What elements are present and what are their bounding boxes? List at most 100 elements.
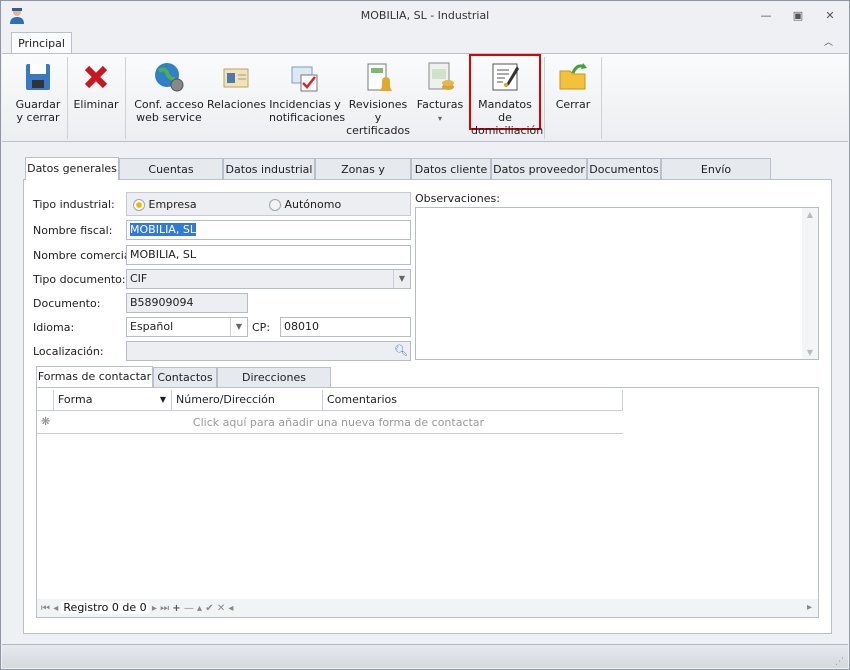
label: certificados <box>346 124 410 137</box>
radio-autonomo[interactable]: Autónomo <box>269 198 341 211</box>
new-row-hint: Click aquí para añadir una nueva forma d… <box>192 416 485 429</box>
cerrar-button[interactable]: Cerrar <box>547 57 599 129</box>
confirm-edit-button[interactable]: ✔ <box>205 603 213 614</box>
nombre-fiscal-label: Nombre fiscal: <box>33 224 113 237</box>
next-record-button[interactable]: ▸ <box>152 603 157 614</box>
minimize-button[interactable]: — <box>758 8 774 24</box>
add-record-button[interactable]: + <box>172 603 180 614</box>
new-row-asterisk-icon: ❋ <box>41 415 51 428</box>
guardar-cerrar-button[interactable]: Guardar y cerrar <box>13 57 63 129</box>
value: CIF <box>130 272 148 285</box>
column-header-numero[interactable]: Número/Dirección <box>172 390 323 411</box>
contact-cards-icon <box>223 68 249 88</box>
resize-grip-icon[interactable]: ⋰ <box>835 657 844 667</box>
label: Empresa <box>148 198 197 211</box>
cp-label: CP: <box>252 321 271 334</box>
label: notificaciones <box>269 111 346 124</box>
tab-datos-cliente[interactable]: Datos cliente <box>411 158 491 180</box>
close-button[interactable]: ✕ <box>822 8 838 24</box>
mandatos-domiciliacion-button[interactable]: Mandatos de domiciliación <box>469 54 543 137</box>
label: Cerrar <box>555 98 591 111</box>
prev-record-button[interactable]: ◂ <box>53 603 58 614</box>
new-row[interactable]: ❋ Click aquí para añadir una nueva forma… <box>37 412 623 434</box>
tab-documentos[interactable]: Documentos <box>587 158 661 180</box>
tab-cuentas-bancarias[interactable]: Cuentas bancarias <box>119 158 223 197</box>
formas-contactar-grid: Forma ▼ Número/Dirección Comentarios ❋ Cl… <box>36 387 819 618</box>
radio-unselected-icon <box>269 199 281 211</box>
last-record-button[interactable]: ⏭ <box>160 603 169 614</box>
label: Facturas <box>416 98 464 111</box>
delete-x-icon <box>84 65 108 89</box>
tab-datos-industrial[interactable]: Datos industrial <box>223 158 315 180</box>
revisiones-certificados-button[interactable]: Revisiones y certificados <box>345 57 411 137</box>
notebook-bell-icon <box>367 63 392 91</box>
incidencias-notificaciones-button[interactable]: Incidencias y notificaciones <box>269 57 345 129</box>
nombre-comercial-input[interactable]: MOBILIA, SL <box>126 245 411 265</box>
cp-input[interactable]: 08010 <box>280 317 411 337</box>
relaciones-button[interactable]: Relaciones <box>207 57 266 129</box>
label: web service <box>136 111 202 124</box>
invoice-coins-icon <box>428 62 454 90</box>
value: Español <box>130 320 174 333</box>
filter-dropdown-icon[interactable]: ▼ <box>160 390 166 410</box>
nombre-fiscal-input[interactable]: MOBILIA, SL <box>126 220 411 240</box>
column-header-comentarios[interactable]: Comentarios <box>323 390 623 411</box>
facturas-dropdown-button[interactable]: Facturas ▾ <box>414 57 466 129</box>
ribbon-tab-principal[interactable]: Principal <box>11 32 72 54</box>
ribbon-separator <box>67 57 68 139</box>
label: Revisiones y <box>348 98 408 124</box>
subtab-direcciones-postales[interactable]: Direcciones postales <box>217 367 331 404</box>
eliminar-button[interactable]: Eliminar <box>71 57 121 129</box>
envelope-check-icon <box>291 66 318 92</box>
save-icon <box>26 64 50 90</box>
scroll-left-button[interactable]: ◂ <box>228 603 233 614</box>
status-bar: ⋰ <box>2 644 848 668</box>
chevron-down-icon: ▾ <box>437 114 442 123</box>
maximize-button[interactable]: ▣ <box>790 8 806 24</box>
subtab-contactos[interactable]: Contactos <box>153 367 217 388</box>
remove-record-button[interactable]: — <box>184 603 194 614</box>
row-indicator-header <box>37 390 54 411</box>
scrollbar[interactable]: ▲ ▼ <box>802 208 818 359</box>
nombre-comercial-label: Nombre comercial: <box>33 249 138 262</box>
ribbon-separator <box>125 57 126 139</box>
scroll-right-button[interactable]: ▸ <box>807 599 812 617</box>
value: MOBILIA, SL <box>130 223 196 236</box>
idioma-label: Idioma: <box>33 321 75 334</box>
cancel-edit-button[interactable]: ✕ <box>217 603 225 614</box>
search-icon[interactable]: 🔍︎ <box>394 342 408 360</box>
documento-input[interactable]: B58909094 <box>126 293 248 313</box>
collapse-ribbon-icon[interactable]: ︿ <box>824 35 833 48</box>
idioma-select[interactable]: Español ▼ <box>126 317 248 337</box>
first-record-button[interactable]: ⏮ <box>37 603 50 614</box>
ribbon-separator <box>544 57 545 139</box>
chevron-down-icon[interactable]: ▼ <box>393 270 410 288</box>
folder-arrow-icon <box>559 63 587 90</box>
subtab-formas-contactar[interactable]: Formas de contactar <box>36 366 153 388</box>
tipo-documento-select[interactable]: CIF ▼ <box>126 269 411 289</box>
label: Incidencias y <box>269 98 341 111</box>
chevron-down-icon[interactable]: ▼ <box>230 318 247 336</box>
label: Guardar <box>15 98 61 111</box>
radio-empresa[interactable]: Empresa <box>133 198 197 211</box>
tab-zonas-servicios[interactable]: Zonas y servicios <box>315 158 411 197</box>
radio-selected-icon <box>133 199 145 211</box>
tab-datos-proveedor[interactable]: Datos proveedor <box>491 158 587 180</box>
observaciones-textarea[interactable]: ▲ ▼ <box>415 207 819 360</box>
edit-record-button[interactable]: ▴ <box>197 603 202 614</box>
label: Conf. acceso <box>134 98 204 111</box>
documento-label: Documento: <box>33 297 101 310</box>
tab-join <box>26 179 118 181</box>
conf-acceso-web-service-button[interactable]: Conf. acceso web service <box>132 57 206 129</box>
column-header-forma[interactable]: Forma ▼ <box>54 390 172 411</box>
tab-envio-notificaciones[interactable]: Envío notificaciones <box>661 158 771 197</box>
label: Autónomo <box>284 198 342 211</box>
tipo-industrial-radio-group: Empresa Autónomo <box>126 192 411 216</box>
observaciones-label: Observaciones: <box>415 192 500 205</box>
label: domiciliación <box>471 124 544 137</box>
tipo-documento-label: Tipo documento: <box>33 273 126 286</box>
localizacion-input[interactable]: 🔍︎ <box>126 341 411 361</box>
label: Forma <box>58 393 93 406</box>
tab-datos-generales[interactable]: Datos generales <box>25 157 119 180</box>
localizacion-label: Localización: <box>33 345 104 358</box>
